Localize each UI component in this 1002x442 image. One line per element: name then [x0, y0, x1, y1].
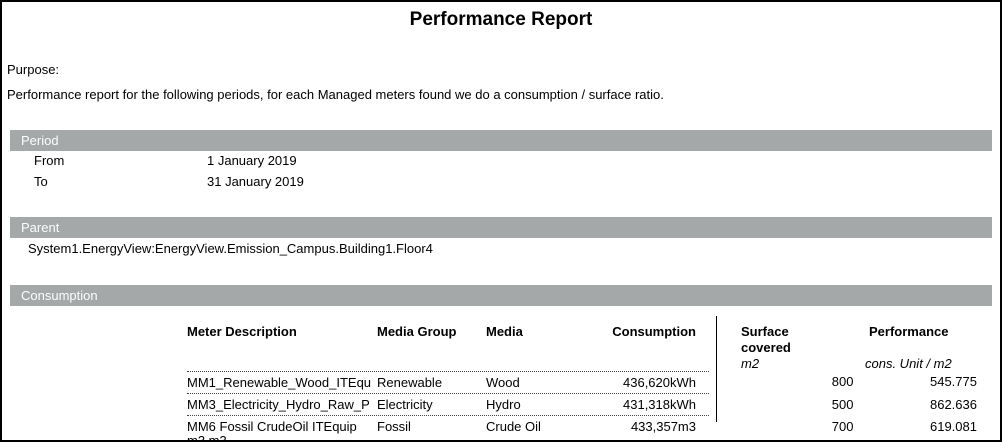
cell-media: Hydro	[486, 394, 586, 415]
cell-performance: 862.636	[853, 394, 977, 415]
cell-consumption: 436,620kWh	[586, 372, 696, 394]
cell-performance: 545.775	[853, 371, 977, 393]
period-to-label: To	[34, 174, 48, 189]
col-header-meter-description: Meter Description	[187, 324, 377, 340]
cell-media-group: Renewable	[377, 372, 486, 394]
section-header-consumption: Consumption	[10, 285, 992, 306]
cell-meter-description: MM6 Fossil CrudeOil ITEquip m3 m3	[187, 420, 377, 442]
subheader-surface-unit: m2	[716, 356, 841, 371]
cell-consumption: 433,357m3	[586, 420, 696, 434]
page-title: Performance Report	[2, 9, 1000, 31]
period-from-value: 1 January 2019	[207, 153, 297, 168]
cell-media-group: Electricity	[377, 394, 486, 415]
column-group-divider	[716, 316, 717, 422]
col-header-surface-covered: Surface covered	[716, 324, 841, 356]
cell-performance: 619.081	[853, 416, 977, 434]
purpose-text: Performance report for the following per…	[7, 87, 664, 102]
section-header-parent-label: Parent	[21, 220, 59, 235]
col-header-performance: Performance	[841, 324, 965, 340]
consumption-table: Meter Description Media Group Media Cons…	[187, 324, 977, 442]
col-header-media: Media	[486, 324, 586, 340]
cell-media: Wood	[486, 372, 586, 394]
table-row: MM1_Renewable_Wood_ITEqu Renewable Wood …	[187, 371, 977, 394]
col-header-media-group: Media Group	[377, 324, 486, 340]
section-header-parent: Parent	[10, 217, 992, 238]
cell-media-group: Fossil	[377, 420, 486, 434]
period-to-value: 31 January 2019	[207, 174, 304, 189]
cell-consumption: 431,318kWh	[586, 394, 696, 415]
subheader-performance-unit: cons. Unit / m2	[841, 356, 965, 371]
cell-meter-description: MM1_Renewable_Wood_ITEqu	[187, 372, 377, 394]
parent-path-value: System1.EnergyView:EnergyView.Emission_C…	[28, 241, 433, 256]
cell-meter-description: MM3_Electricity_Hydro_Raw_P	[187, 394, 377, 415]
performance-report-page: Performance Report Purpose: Performance …	[0, 0, 1002, 442]
purpose-label: Purpose:	[7, 62, 59, 77]
section-header-period-label: Period	[21, 133, 59, 148]
table-row: MM3_Electricity_Hydro_Raw_P Electricity …	[187, 394, 977, 416]
cell-media: Crude Oil	[486, 420, 586, 434]
section-header-consumption-label: Consumption	[21, 288, 98, 303]
cell-surface-covered: 700	[729, 416, 854, 434]
table-header-row: Meter Description Media Group Media Cons…	[187, 324, 977, 356]
table-row: MM6 Fossil CrudeOil ITEquip m3 m3 Fossil…	[187, 416, 977, 442]
cell-surface-covered: 500	[729, 394, 854, 415]
section-header-period: Period	[10, 130, 992, 151]
cell-surface-covered: 800	[729, 371, 854, 393]
period-from-label: From	[34, 153, 64, 168]
table-subheader-row: m2 cons. Unit / m2	[187, 356, 977, 371]
col-header-consumption: Consumption	[586, 324, 696, 340]
